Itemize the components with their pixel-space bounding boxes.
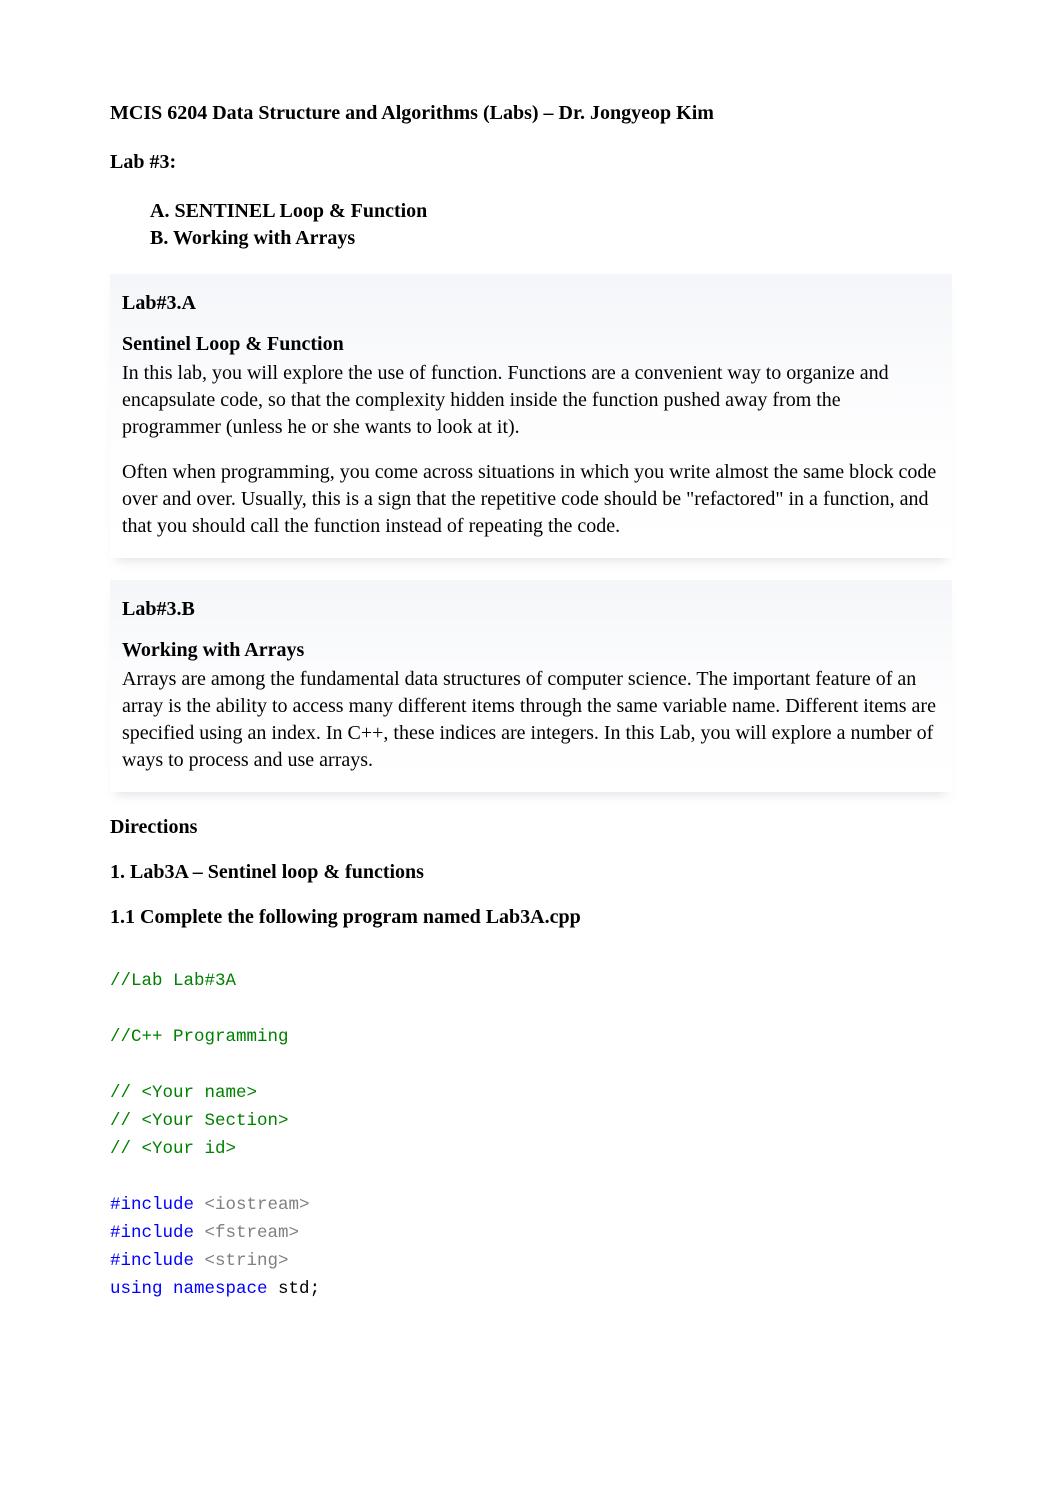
- code-keyword: #include: [110, 1251, 194, 1271]
- code-include-target: <string>: [194, 1251, 289, 1271]
- code-include-target: <fstream>: [194, 1223, 299, 1243]
- directions-heading: Directions: [110, 814, 952, 841]
- code-punct: ;: [310, 1279, 321, 1299]
- callout-lab3b: Lab#3.B Working with Arrays Arrays are a…: [110, 580, 952, 792]
- callout-b-heading: Lab#3.B: [122, 596, 940, 623]
- code-keyword: #include: [110, 1195, 194, 1215]
- lab-heading: Lab #3:: [110, 149, 952, 176]
- code-keyword: namespace: [163, 1279, 268, 1299]
- code-comment: //C++ Programming: [110, 1027, 289, 1047]
- callout-a-subheading: Sentinel Loop & Function: [122, 331, 940, 358]
- section-1-1-title: 1.1 Complete the following program named…: [110, 904, 952, 931]
- code-comment: // <Your Section>: [110, 1111, 289, 1131]
- code-identifier: std: [268, 1279, 310, 1299]
- code-comment: //Lab Lab#3A: [110, 971, 236, 991]
- code-keyword: using: [110, 1279, 163, 1299]
- topics-block: A. SENTINEL Loop & Function B. Working w…: [150, 198, 952, 252]
- callout-a-para2: Often when programming, you come across …: [122, 459, 940, 540]
- code-keyword: #include: [110, 1223, 194, 1243]
- code-comment: // <Your name>: [110, 1083, 257, 1103]
- code-comment: // <Your id>: [110, 1139, 236, 1159]
- section-1-title: 1. Lab3A – Sentinel loop & functions: [110, 859, 952, 886]
- topic-a: A. SENTINEL Loop & Function: [150, 198, 952, 225]
- topic-b: B. Working with Arrays: [150, 225, 952, 252]
- callout-a-heading: Lab#3.A: [122, 290, 940, 317]
- callout-b-subheading: Working with Arrays: [122, 637, 940, 664]
- code-block: //Lab Lab#3A //C++ Programming // <Your …: [110, 967, 952, 1303]
- callout-a-para1: In this lab, you will explore the use of…: [122, 360, 940, 441]
- callout-b-para1: Arrays are among the fundamental data st…: [122, 666, 940, 774]
- page-title: MCIS 6204 Data Structure and Algorithms …: [110, 100, 952, 127]
- code-include-target: <iostream>: [194, 1195, 310, 1215]
- callout-lab3a: Lab#3.A Sentinel Loop & Function In this…: [110, 274, 952, 558]
